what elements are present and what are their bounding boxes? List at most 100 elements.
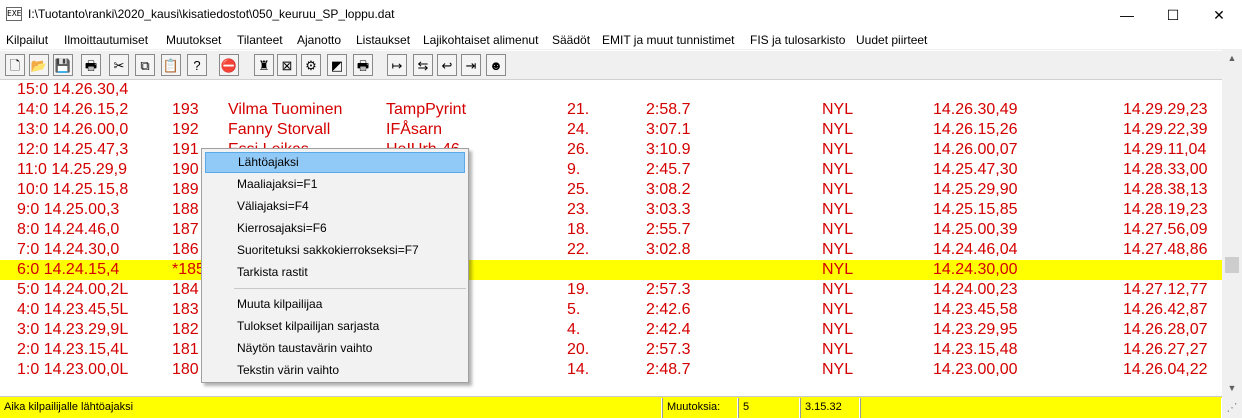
resize-grip-icon[interactable]: ⋰ (1224, 400, 1240, 416)
placement-cell: 23. (567, 201, 590, 218)
competitor-name-cell: Vilma Tuominen (228, 101, 343, 118)
context-menu-item[interactable]: Suoritetuksi sakkokierrokseksi=F7 (205, 240, 465, 261)
placement-cell: 25. (567, 181, 590, 198)
finish-time-cell: 14.28.38,13 (1123, 181, 1208, 198)
vertical-scrollbar[interactable]: ▲ ▼ (1222, 50, 1242, 418)
table-row[interactable]: 1:0 14.23.00,0L 180 14. 2:48.7 NYL 14.23.00,0… (0, 360, 1222, 380)
red-arrow-icon[interactable]: ↦ (387, 54, 407, 76)
menu-item[interactable]: FIS ja tulosarkisto (750, 33, 845, 47)
table-row[interactable]: 12:0 14.25.47,3191Essi LeikasHeIUrh-4626… (0, 140, 1222, 160)
placement-cell: 9. (567, 161, 581, 178)
menu-item[interactable]: Ilmoittautumiset (64, 33, 148, 47)
minimize-button[interactable]: — (1104, 0, 1150, 30)
bib-number-cell: 192 (172, 121, 199, 138)
bib-number-cell: 190 (172, 161, 199, 178)
table-row[interactable]: 5:0 14.24.00,2L 184 19. 2:57.3 NYL 14.24.00,2… (0, 280, 1222, 300)
table-row[interactable]: 14:0 14.26.15,2 193 Vilma Tuominen TampPyri… (0, 100, 1222, 120)
table-row[interactable]: 2:0 14.23.15,4L 181 20. 2:57.3 NYL 14.23.15,4… (0, 340, 1222, 360)
placement-cell: 24. (567, 121, 590, 138)
person-icon[interactable]: ☻ (486, 54, 506, 76)
table-row[interactable]: 15:0 14.26.30,4 (0, 80, 1222, 100)
finish-time-cell: 14.26.42,87 (1123, 301, 1208, 318)
status-changes-label: Muutoksia: (662, 398, 738, 418)
save-icon[interactable]: 💾 (53, 54, 73, 76)
start-time-cell: 10:0 14.25.15,8 (17, 181, 129, 198)
class-cell: NYL (822, 341, 854, 358)
table-row[interactable]: 11:0 14.25.29,9 190 9. 2:45.7 NYL 14.25.47,30… (0, 160, 1222, 180)
class-cell: NYL (822, 101, 854, 118)
class-cell: NYL (822, 141, 854, 158)
cut-icon[interactable]: ✂ (109, 54, 129, 76)
table-row[interactable]: 4:0 14.23.45,5L183el5.2:42.6NYL14.23.45,… (0, 300, 1222, 320)
competitor-name-cell: Fanny Storvall (228, 121, 331, 138)
toolbar: 🗋 📂 💾 🖶 ✂ ⧉ 📋? ⛔ ♜ ⊠ ⚙ ◩ 🖶 ↦ ⇆ ↩ ⇥ ☻ (0, 51, 1242, 80)
scroll-thumb[interactable] (1225, 257, 1239, 273)
menu-item[interactable]: Muutokset (166, 33, 221, 47)
menu-item[interactable]: Lajikohtaiset alimenut (423, 33, 538, 47)
clock-time-cell: 14.25.47,30 (933, 161, 1018, 178)
context-menu-item[interactable]: Muuta kilpailijaa (205, 294, 465, 315)
placement-cell: 21. (567, 101, 590, 118)
clock-time-cell: 14.25.29,90 (933, 181, 1018, 198)
menu-item[interactable]: Listaukset (356, 33, 410, 47)
menu-item[interactable]: Säädöt (552, 33, 590, 47)
table-row[interactable]: 10:0 14.25.15,8189s25.3:08.2NYL14.25.29,… (0, 180, 1222, 200)
start-time-cell: 14:0 14.26.15,2 (17, 101, 129, 118)
start-time-cell: 2:0 14.23.15,4L (17, 341, 129, 358)
start-time-cell: 9:0 14.25.00,3 (17, 201, 120, 218)
start-time-cell: 1:0 14.23.00,0L (17, 361, 129, 378)
undo-red-icon[interactable]: ↩ (437, 54, 457, 76)
paste-icon[interactable]: 📋 (161, 54, 181, 76)
blue-arrow-icon[interactable]: ⇥ (461, 54, 481, 76)
finish-time-cell: 14.28.33,00 (1123, 161, 1208, 178)
context-menu-item[interactable]: Näytön taustavärin vaihto (205, 338, 465, 359)
menu-item[interactable]: Kilpailut (6, 33, 48, 47)
table-row-selected[interactable]: 6:0 14.24.15,4 *185 NYL 14.24.30,00 (0, 260, 1222, 280)
context-menu-item[interactable]: Tulokset kilpailijan sarjasta (205, 316, 465, 337)
result-time-cell: 3:03.3 (646, 201, 691, 218)
table-row[interactable]: 7:0 14.24.30,0 186 22. 3:02.8 NYL 14.24.46,04… (0, 240, 1222, 260)
clock-time-cell: 14.26.30,49 (933, 101, 1018, 118)
table-row[interactable]: 13:0 14.26.00,0 192 Fanny Storvall IFÅsarn 2… (0, 120, 1222, 140)
window-title: I:\Tuotanto\ranki\2020_kausi\kisatiedost… (28, 7, 395, 21)
new-file-icon[interactable]: 🗋 (5, 54, 25, 76)
green-arrows-icon[interactable]: ⇆ (413, 54, 433, 76)
bib-number-cell: 191 (172, 141, 199, 158)
table-row[interactable]: 9:0 14.25.00,3 188 23. 3:03.3 NYL 14.25.15,85… (0, 200, 1222, 220)
class-cell: NYL (822, 241, 854, 258)
stop-icon[interactable]: ⛔ (219, 54, 239, 76)
result-time-cell: 2:45.7 (646, 161, 691, 178)
print-icon[interactable]: 🖶 (81, 54, 101, 76)
excel-icon[interactable]: ⊠ (277, 54, 297, 76)
open-folder-icon[interactable]: 📂 (29, 54, 49, 76)
menu-item[interactable]: EMIT ja muut tunnistimet (602, 33, 735, 47)
settings-gear-icon[interactable]: ⚙ (301, 54, 321, 76)
maximize-button[interactable]: ☐ (1150, 0, 1196, 30)
flag-icon[interactable]: ◩ (327, 54, 347, 76)
results-grid: 15:0 14.26.30,4 14:0 14.26.15,2 193 Vilma T… (0, 80, 1222, 392)
context-menu-item[interactable]: Väliajaksi=F4 (205, 196, 465, 217)
context-menu-item[interactable]: Tarkista rastit (205, 262, 465, 283)
menu-item[interactable]: Ajanotto (297, 33, 341, 47)
menu-item[interactable]: Uudet piirteet (856, 33, 927, 47)
close-button[interactable]: ✕ (1196, 0, 1242, 30)
placement-cell: 4. (567, 321, 581, 338)
context-menu-item[interactable]: Lähtöajaksi (205, 152, 465, 173)
clock-time-cell: 14.26.15,26 (933, 121, 1018, 138)
printer-yellow-icon[interactable]: 🖶 (353, 54, 373, 76)
bib-number-cell: 186 (172, 241, 199, 258)
menu-item[interactable]: Tilanteet (237, 33, 283, 47)
finish-time-cell: 14.27.12,77 (1123, 281, 1208, 298)
context-menu-item[interactable]: Maaliajaksi=F1 (205, 174, 465, 195)
copy-icon[interactable]: ⧉ (135, 54, 155, 76)
help-icon[interactable]: ? (187, 54, 207, 76)
table-row[interactable]: 3:0 14.23.29,9L182el4.2:42.4NYL14.23.29,… (0, 320, 1222, 340)
scroll-up-icon[interactable]: ▲ (1222, 50, 1242, 67)
class-cell: NYL (822, 361, 854, 378)
red-figure-icon[interactable]: ♜ (254, 54, 274, 76)
table-row[interactable]: 8:0 14.24.46,0 187 18. 2:55.7 NYL 14.25.00,39… (0, 220, 1222, 240)
context-menu-item[interactable]: Tekstin värin vaihto (205, 360, 465, 381)
scroll-down-icon[interactable]: ▼ (1222, 380, 1242, 397)
context-menu-item[interactable]: Kierrosajaksi=F6 (205, 218, 465, 239)
bib-number-cell: 184 (172, 281, 199, 298)
